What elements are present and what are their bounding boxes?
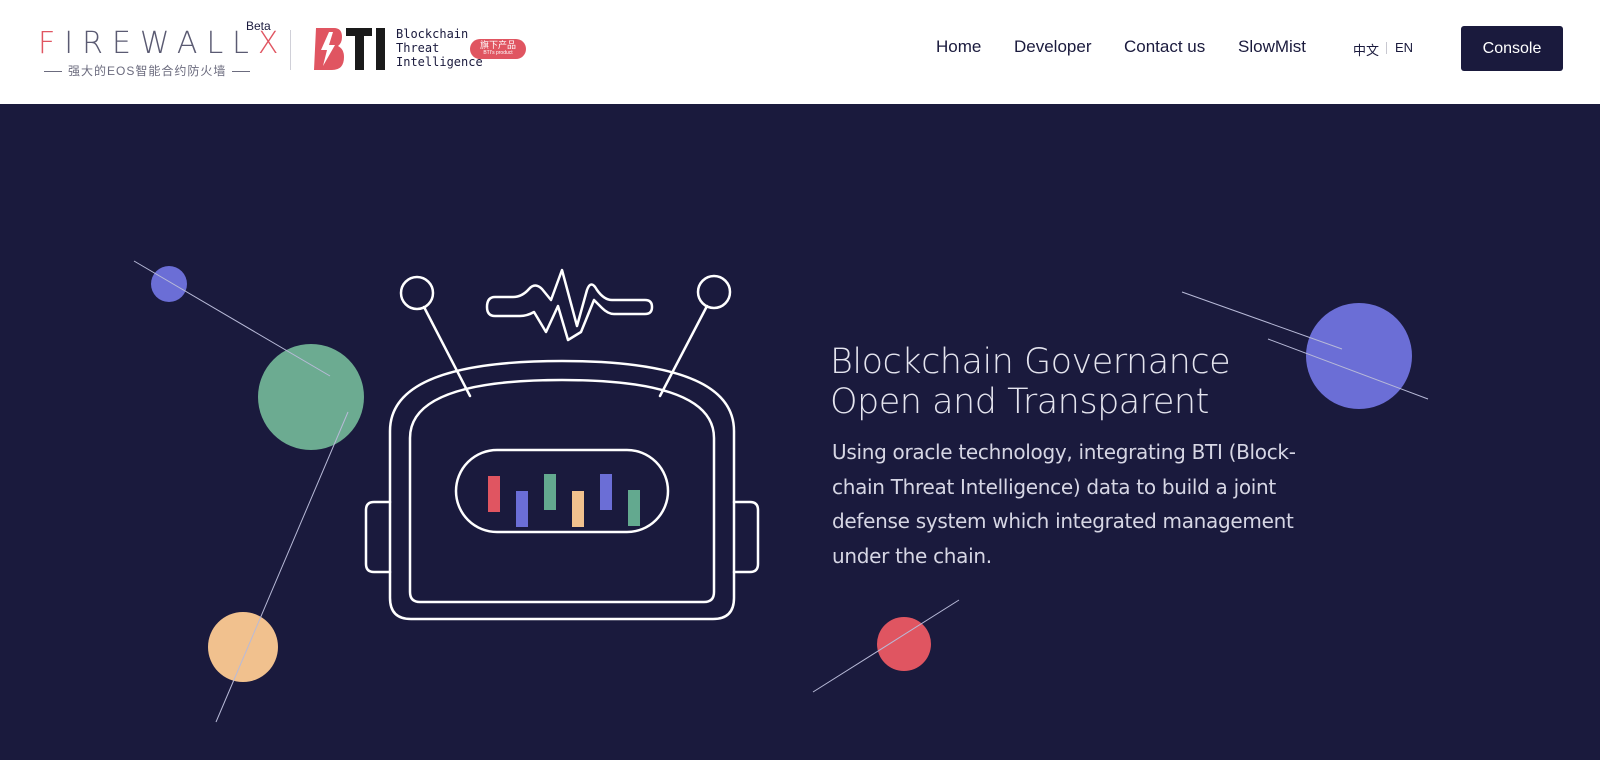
nav-slowmist[interactable]: SlowMist: [1238, 37, 1306, 57]
beta-badge: Beta: [246, 19, 271, 33]
lang-zh[interactable]: 中文: [1353, 40, 1379, 59]
equalizer-bar: [488, 476, 500, 512]
green-circle: [258, 344, 364, 450]
hero-section: Blockchain Governance Open and Transpare…: [0, 104, 1600, 760]
site-header: FIREWALLX Beta 强大的EOS智能合约防火墙 Blockchain …: [0, 0, 1600, 104]
robot-head-outer: [388, 359, 736, 621]
equalizer-bars: [488, 474, 640, 527]
deco-line: [1181, 291, 1343, 350]
right-antenna-ball: [696, 274, 732, 310]
firewallx-logo[interactable]: FIREWALLX Beta 强大的EOS智能合约防火墙: [38, 19, 279, 82]
nav-developer[interactable]: Developer: [1014, 37, 1092, 57]
robot-illustration: [364, 268, 760, 621]
left-ear: [364, 500, 392, 574]
deco-line: [215, 411, 349, 723]
bti-mark-icon: [314, 28, 385, 70]
equalizer-bar: [516, 491, 528, 527]
console-button[interactable]: Console: [1461, 26, 1563, 71]
equalizer-bar: [600, 474, 612, 510]
hero-description: Using oracle technology, integrating BTI…: [832, 440, 1296, 568]
hero-title: Blockchain Governance Open and Transpare…: [830, 342, 1231, 422]
red-circle: [877, 617, 931, 671]
firewallx-tagline: 强大的EOS智能合约防火墙: [38, 62, 256, 79]
left-antenna-ball: [399, 275, 435, 311]
signal-wave-icon: [485, 268, 654, 342]
deco-line: [133, 260, 331, 377]
deco-line: [812, 599, 960, 693]
equalizer-bar: [572, 491, 584, 527]
right-ear: [732, 500, 760, 574]
small-blue-circle: [151, 266, 187, 302]
equalizer-bar: [544, 474, 556, 510]
large-blue-circle: [1306, 303, 1412, 409]
lang-en[interactable]: EN: [1395, 40, 1413, 55]
peach-circle: [208, 612, 278, 682]
lang-separator: [1386, 42, 1387, 54]
bti-product-badge: 旗下产品 BTI's product: [470, 39, 526, 59]
hero-decoration: [133, 260, 1429, 723]
equalizer-bar: [628, 490, 640, 526]
nav-contact-us[interactable]: Contact us: [1124, 37, 1205, 57]
nav-home[interactable]: Home: [936, 37, 981, 57]
left-antenna: [422, 305, 472, 398]
logo-divider: [290, 30, 291, 70]
